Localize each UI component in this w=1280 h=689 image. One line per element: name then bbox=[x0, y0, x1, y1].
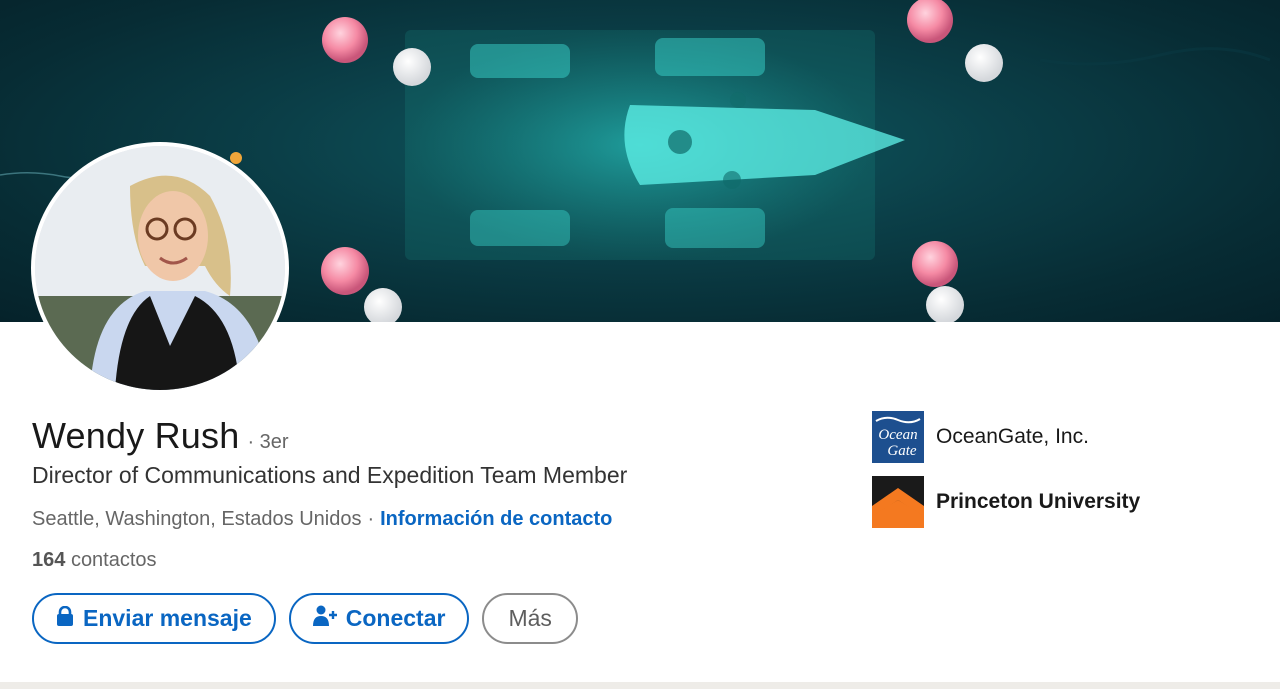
profile-card: Wendy Rush · 3er Director of Communicati… bbox=[0, 0, 1280, 682]
connect-button[interactable]: Conectar bbox=[288, 593, 470, 644]
location-row: Seattle, Washington, Estados Unidos · In… bbox=[32, 508, 612, 531]
princeton-logo bbox=[872, 476, 924, 528]
separator: · bbox=[367, 508, 375, 530]
profile-headline: Director of Communications and Expeditio… bbox=[32, 462, 628, 488]
send-message-button[interactable]: Enviar mensaje bbox=[32, 593, 276, 644]
org-name-oceangate: OceanGate, Inc. bbox=[936, 425, 1089, 448]
name-row: Wendy Rush · 3er bbox=[32, 415, 289, 457]
oceangate-logo: Ocean Gate bbox=[872, 411, 924, 463]
profile-photo[interactable] bbox=[31, 142, 289, 394]
org-oceangate[interactable]: Ocean Gate OceanGate, Inc. bbox=[872, 411, 1140, 463]
lock-icon bbox=[56, 605, 74, 632]
org-name-princeton: Princeton University bbox=[936, 490, 1141, 513]
profile-name: Wendy Rush bbox=[32, 415, 240, 456]
org-princeton[interactable]: Princeton University bbox=[872, 476, 1140, 528]
profile-location: Seattle, Washington, Estados Unidos bbox=[32, 508, 362, 530]
contact-info-link[interactable]: Información de contacto bbox=[380, 508, 612, 531]
connection-degree: · 3er bbox=[247, 431, 289, 453]
organizations-list: Ocean Gate OceanGate, Inc. Princeton Uni… bbox=[872, 411, 1140, 541]
connections-label: contactos bbox=[70, 549, 157, 571]
add-person-icon bbox=[312, 605, 337, 633]
profile-actions: Enviar mensaje Conectar Más bbox=[32, 593, 578, 644]
more-button[interactable]: Más bbox=[482, 593, 578, 644]
avatar-image bbox=[35, 146, 285, 390]
page-background-strip bbox=[0, 682, 1280, 689]
connections-count[interactable]: 164 contactos bbox=[32, 549, 157, 572]
oceangate-logo-text-2: Gate bbox=[887, 443, 917, 459]
oceangate-logo-text-1: Ocean bbox=[878, 427, 917, 443]
connect-label: Conectar bbox=[345, 605, 446, 631]
connections-number: 164 bbox=[32, 549, 66, 571]
send-message-label: Enviar mensaje bbox=[83, 605, 252, 631]
